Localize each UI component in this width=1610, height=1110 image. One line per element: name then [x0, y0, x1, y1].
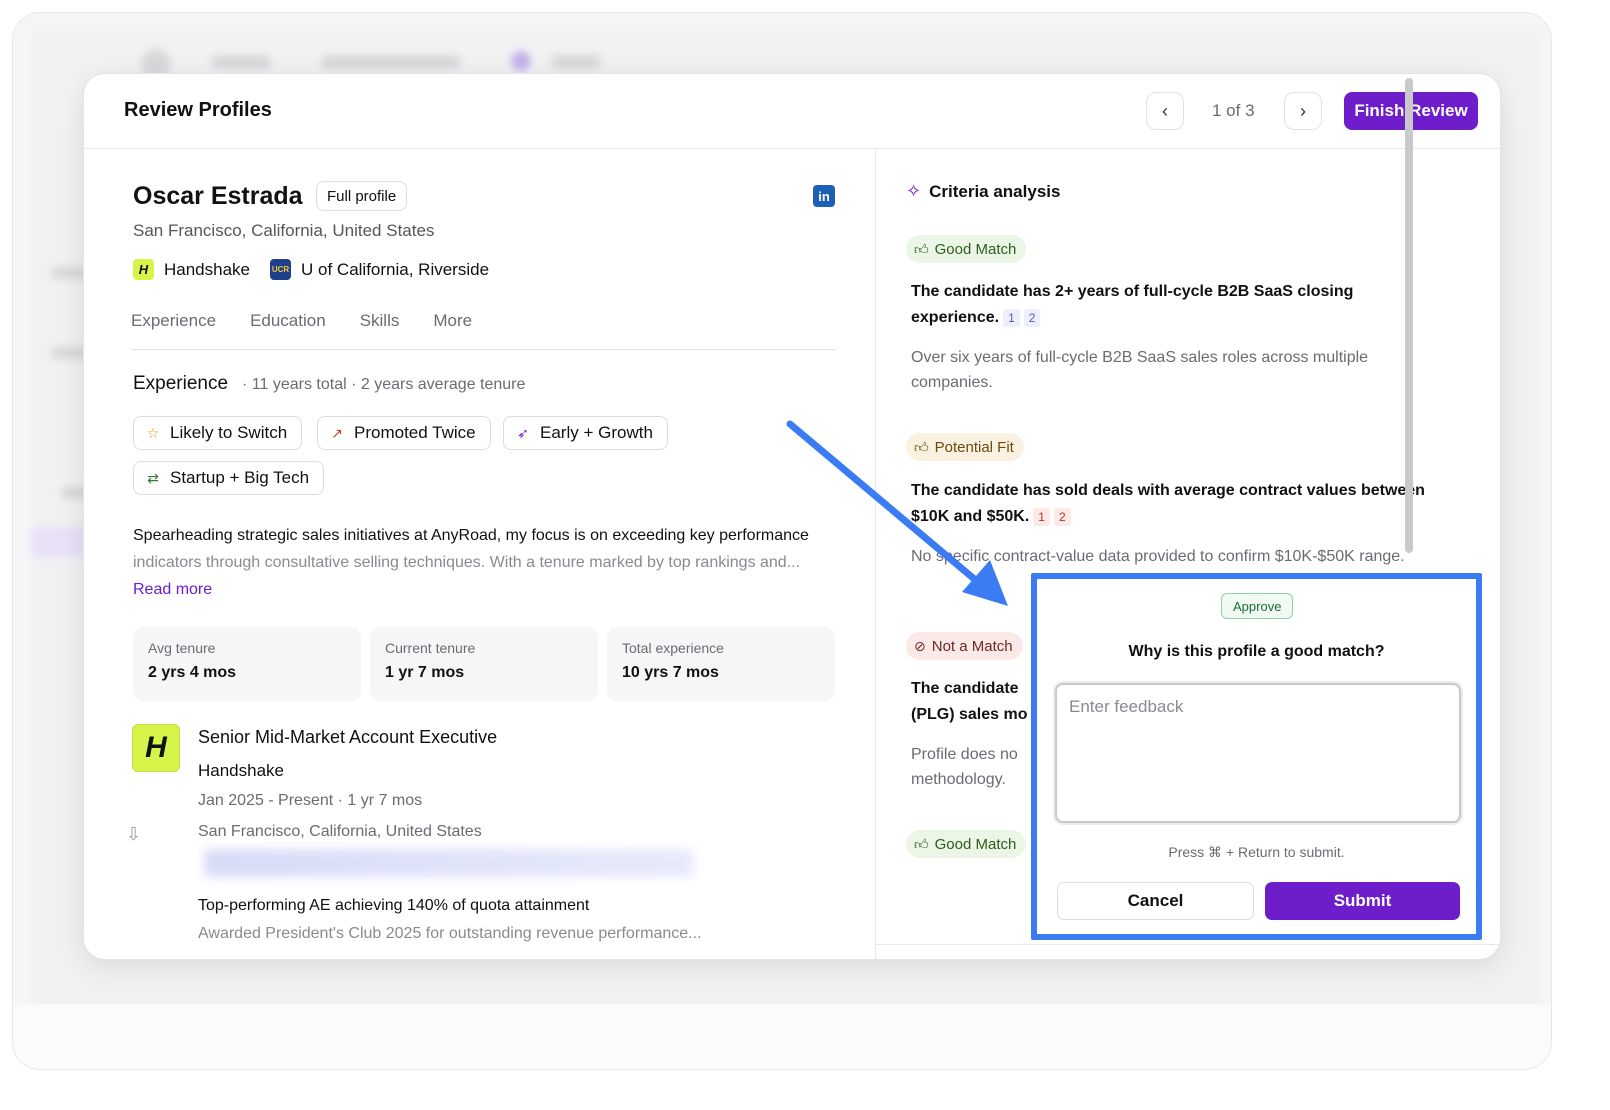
school-name: U of California, Riverside — [301, 259, 490, 279]
good-match-badge: 👍︎ Good Match — [906, 235, 1027, 263]
job-highlight-detail: Awarded President's Club 2025 for outsta… — [198, 925, 702, 942]
scrollbar[interactable] — [1405, 78, 1413, 553]
drag-handle-icon[interactable]: ⇩ — [126, 824, 141, 845]
previous-profile-button[interactable]: ‹ — [1146, 92, 1184, 130]
star-icon: ☆ — [146, 424, 160, 441]
criterion-description: Over six years of full-cycle B2B SaaS sa… — [911, 349, 1369, 391]
handshake-logo-icon: H — [133, 259, 154, 280]
stat-label: Current tenure — [385, 640, 476, 656]
stat-card-current-tenure: Current tenure 1 yr 7 mos — [370, 627, 598, 701]
cancel-button[interactable]: Cancel — [1057, 882, 1254, 920]
candidate-name: Oscar Estrada — [133, 182, 303, 210]
approve-tag: Approve — [1221, 593, 1294, 619]
profile-tabs: Experience Education Skills More — [131, 311, 836, 350]
reference-chip[interactable]: 2 — [1023, 309, 1041, 327]
pager-indicator: 1 of 3 — [1212, 101, 1255, 120]
summary-line: indicators through consultative selling … — [133, 554, 801, 571]
submit-button[interactable]: Submit — [1265, 882, 1460, 920]
potential-fit-badge: 👍︎ Potential Fit — [906, 433, 1024, 461]
signal-chip: ☆ Likely to Switch — [133, 416, 303, 450]
summary-line: Spearheading strategic sales initiatives… — [133, 527, 809, 544]
rocket-icon: ➶ — [517, 424, 529, 441]
criterion-statement: The candidate has 2+ years of full-cycle… — [911, 283, 1354, 326]
sparkle-icon: ✧ — [906, 181, 922, 201]
stat-card-avg-tenure: Avg tenure 2 yrs 4 mos — [133, 627, 361, 701]
ucr-logo-icon: UCR — [270, 259, 292, 280]
job-location: San Francisco, California, United States — [198, 823, 482, 840]
candidate-location: San Francisco, California, United States — [133, 221, 435, 240]
stat-label: Total experience — [622, 640, 724, 656]
full-profile-button[interactable]: Full profile — [316, 181, 408, 211]
reference-chip[interactable]: 1 — [1033, 508, 1050, 526]
company-name: Handshake — [164, 259, 251, 279]
job-title: Senior Mid-Market Account Executive — [198, 727, 498, 747]
criteria-title-text: Criteria analysis — [929, 181, 1061, 201]
stat-label: Avg tenure — [148, 640, 216, 656]
good-match-badge: 👍︎ Good Match — [906, 830, 1027, 858]
blurred-content — [204, 849, 694, 877]
chevron-right-icon: › — [1300, 100, 1306, 121]
tab-experience[interactable]: Experience — [131, 311, 216, 349]
reference-chip[interactable]: 2 — [1053, 508, 1071, 526]
signal-chip: ➶ Early + Growth — [503, 416, 668, 450]
badge-label: Potential Fit — [934, 438, 1014, 456]
profile-summary: Spearheading strategic sales initiatives… — [133, 522, 833, 576]
experience-summary-stats: · 11 years total · 2 years average tenur… — [242, 376, 526, 393]
job-company: Handshake — [198, 761, 285, 780]
stat-value: 10 yrs 7 mos — [622, 664, 719, 681]
experience-heading: Experience — [133, 373, 229, 394]
transfer-icon: ⇄ — [147, 469, 159, 486]
approve-feedback-popover: Approve Why is this profile a good match… — [1031, 573, 1482, 940]
organizations-row: H Handshake UCR U of California, Riversi… — [133, 259, 489, 280]
feedback-question: Why is this profile a good match? — [1128, 643, 1385, 660]
reference-chip[interactable]: 1 — [1003, 309, 1020, 327]
handshake-logo-icon: H — [132, 724, 180, 772]
chip-label: Promoted Twice — [354, 423, 476, 442]
chip-label: Early + Growth — [540, 423, 653, 442]
job-dates: Jan 2025 - Present · 1 yr 7 mos — [198, 792, 423, 809]
thumbs-up-icon: 👍︎ — [914, 835, 929, 852]
frame-bottom-area — [13, 1005, 1551, 1069]
chip-label: Startup + Big Tech — [170, 468, 310, 487]
signal-chip: ↗ Promoted Twice — [317, 416, 491, 450]
chevron-left-icon: ‹ — [1162, 100, 1168, 121]
criterion-description: No specific contract-value data provided… — [911, 548, 1405, 565]
divider — [876, 944, 1500, 945]
badge-label: Not a Match — [931, 637, 1013, 655]
stat-card-total-experience: Total experience 10 yrs 7 mos — [607, 627, 835, 701]
badge-label: Good Match — [934, 240, 1017, 258]
profile-pane: Oscar Estrada Full profile in San Franci… — [84, 149, 876, 959]
next-profile-button[interactable]: › — [1284, 92, 1322, 130]
thumbs-up-icon: 👍︎ — [914, 438, 929, 455]
thumbs-up-icon: 👍︎ — [914, 240, 929, 257]
modal-title: Review Profiles — [124, 99, 272, 121]
modal-header: Review Profiles ‹ 1 of 3 › Finish Review — [84, 74, 1500, 149]
criterion-statement: The candidate has sold deals with averag… — [911, 482, 1425, 525]
feedback-textarea[interactable] — [1055, 683, 1461, 823]
stat-value: 1 yr 7 mos — [385, 664, 465, 681]
linkedin-icon[interactable]: in — [813, 185, 835, 207]
tab-skills[interactable]: Skills — [360, 311, 400, 349]
tab-education[interactable]: Education — [250, 311, 326, 349]
criterion-text: The candidate has 2+ years of full-cycle… — [911, 279, 1431, 331]
badge-label: Good Match — [934, 835, 1017, 853]
not-a-match-badge: ⊘ Not a Match — [906, 632, 1023, 660]
prohibited-icon: ⊘ — [914, 637, 926, 654]
tab-more[interactable]: More — [433, 311, 472, 349]
job-highlight: Top-performing AE achieving 140% of quot… — [198, 897, 590, 914]
submit-hint: Press ⌘ + Return to submit. — [1168, 844, 1345, 860]
signal-chip: ⇄ Startup + Big Tech — [133, 461, 325, 495]
trend-up-icon: ↗ — [331, 424, 343, 441]
criteria-analysis-title: ✧ Criteria analysis — [906, 181, 1060, 202]
chip-label: Likely to Switch — [170, 423, 288, 442]
criterion-text: The candidate has sold deals with averag… — [911, 478, 1431, 530]
stat-value: 2 yrs 4 mos — [148, 664, 237, 681]
read-more-link[interactable]: Read more — [133, 581, 212, 599]
